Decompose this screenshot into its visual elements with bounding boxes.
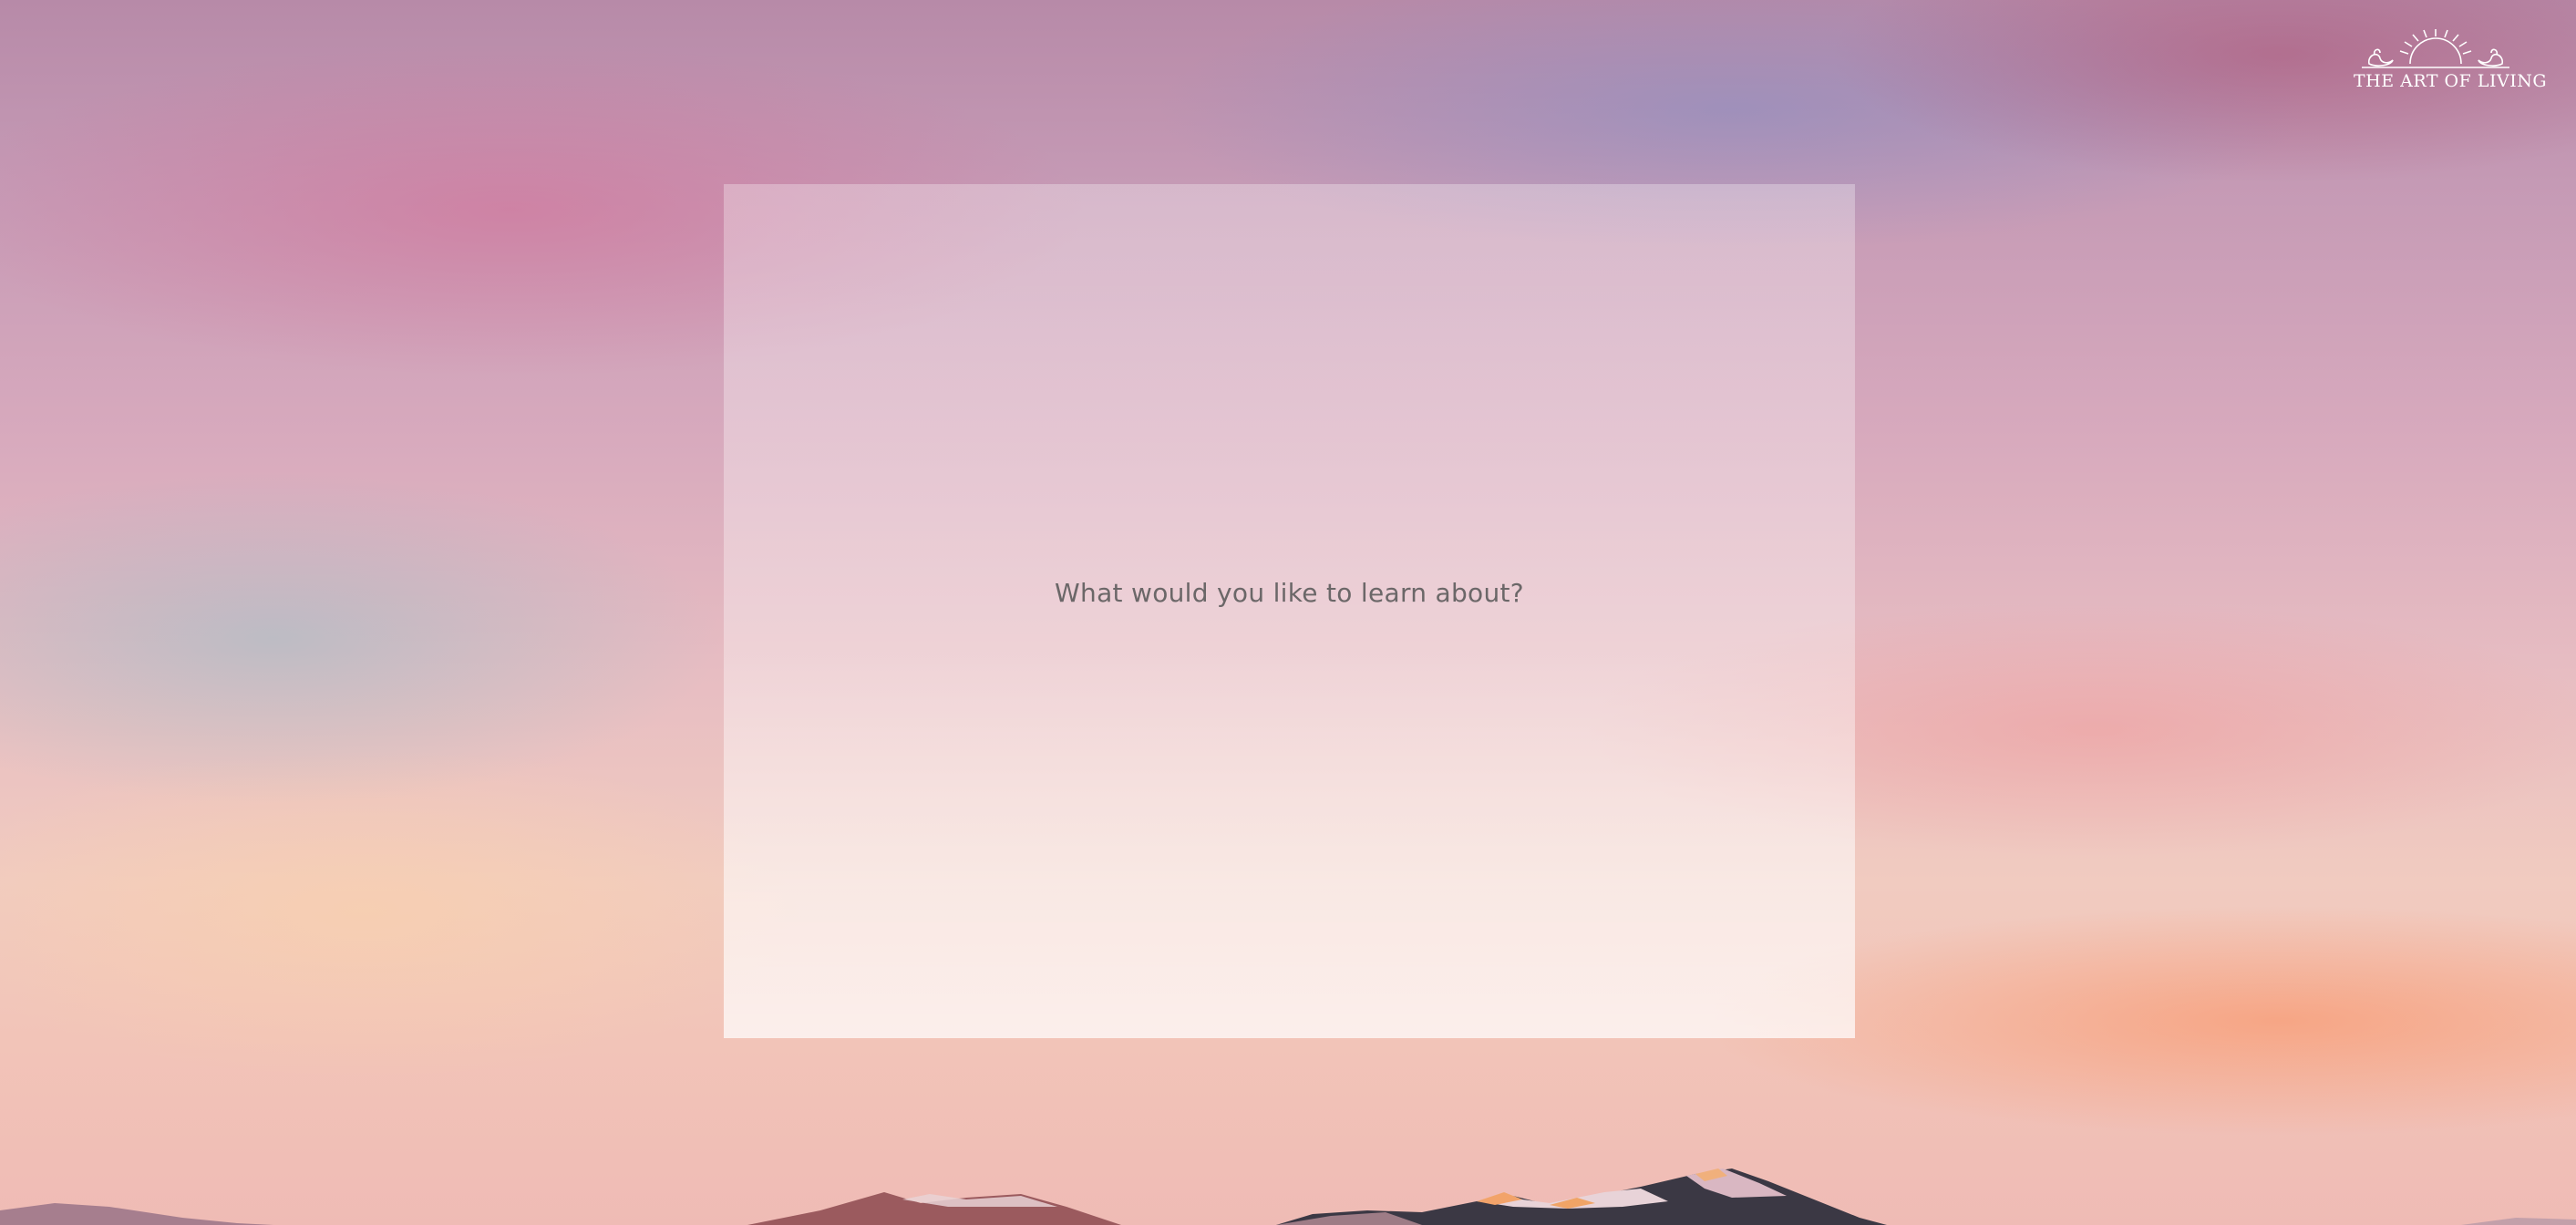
- learn-prompt: What would you like to learn about?: [1055, 578, 1524, 608]
- mountain-range-background: [0, 1168, 2576, 1225]
- sunrise-swans-icon: [2362, 29, 2509, 68]
- logo-text: THE ART OF LIVING: [2354, 71, 2548, 91]
- brand-logo[interactable]: THE ART OF LIVING: [2354, 27, 2548, 100]
- search-panel: What would you like to learn about?: [724, 184, 1855, 1038]
